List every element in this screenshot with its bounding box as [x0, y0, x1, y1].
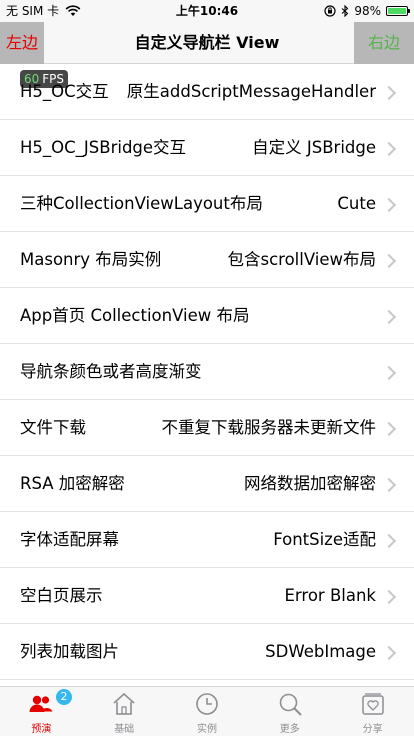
chevron-right-icon: [381, 141, 397, 157]
menu-list: H5_OC交互 原生addScriptMessageHandler H5_OC_…: [0, 64, 414, 680]
chevron-right-icon: [381, 589, 397, 605]
list-item-nav-gradient[interactable]: 导航条颜色或者高度渐变: [0, 344, 414, 400]
row-detail: 自定义 JSBridge: [252, 138, 376, 157]
list-item-collection-layout[interactable]: 三种CollectionViewLayout布局 Cute: [0, 176, 414, 232]
list-item-app-home[interactable]: App首页 CollectionView 布局: [0, 288, 414, 344]
list-item-rsa[interactable]: RSA 加密解密 网络数据加密解密: [0, 456, 414, 512]
nav-title: 自定义导航栏 View: [134, 33, 280, 52]
fps-unit: FPS: [42, 72, 65, 86]
battery-icon: [386, 6, 410, 16]
chevron-right-icon: [381, 197, 397, 213]
tab-badge: 2: [56, 689, 72, 705]
tab-label: 预演: [31, 724, 52, 735]
list-item-font-fit[interactable]: 字体适配屏幕 FontSize适配: [0, 512, 414, 568]
battery-percent: 98%: [354, 4, 381, 18]
tab-basics[interactable]: 基础: [83, 687, 166, 736]
row-title: 字体适配屏幕: [20, 530, 119, 549]
tab-preview[interactable]: 2 预演: [0, 687, 83, 736]
tab-more[interactable]: 更多: [248, 687, 331, 736]
row-title: 列表加载图片: [20, 642, 119, 661]
heart-box-icon: [361, 693, 384, 715]
fps-value: 60: [24, 72, 40, 86]
list-item-jsbridge[interactable]: H5_OC_JSBridge交互 自定义 JSBridge: [0, 120, 414, 176]
row-title: H5_OC_JSBridge交互: [20, 138, 187, 157]
status-bar: 无 SIM 卡 上午10:46 98%: [0, 0, 414, 22]
tab-label: 分享: [362, 724, 383, 735]
chevron-right-icon: [381, 365, 397, 381]
bluetooth-icon: [341, 5, 349, 17]
list-item-masonry[interactable]: Masonry 布局实例 包含scrollView布局: [0, 232, 414, 288]
row-detail: Cute: [337, 194, 376, 213]
chevron-right-icon: [381, 645, 397, 661]
status-right: 98%: [324, 0, 410, 22]
row-title: 文件下载: [20, 418, 86, 437]
search-icon: [279, 693, 302, 716]
row-detail: SDWebImage: [265, 642, 376, 661]
row-title: 空白页展示: [20, 586, 103, 605]
tab-label: 基础: [114, 724, 135, 735]
tab-share[interactable]: 分享: [331, 687, 414, 736]
chevron-right-icon: [381, 477, 397, 493]
row-detail: 网络数据加密解密: [244, 474, 376, 493]
list-item-blank-page[interactable]: 空白页展示 Error Blank: [0, 568, 414, 624]
tab-label: 实例: [196, 724, 217, 735]
left-nav-button[interactable]: 左边: [0, 22, 44, 64]
row-title: RSA 加密解密: [20, 474, 125, 493]
house-icon: [113, 692, 135, 715]
chevron-right-icon: [381, 85, 397, 101]
battery-fill: [388, 8, 406, 14]
row-title: Masonry 布局实例: [20, 250, 162, 269]
row-title: 三种CollectionViewLayout布局: [20, 194, 263, 213]
row-title: App首页 CollectionView 布局: [20, 306, 250, 325]
row-detail: Error Blank: [284, 586, 377, 605]
chevron-right-icon: [381, 533, 397, 549]
people-icon: [29, 695, 53, 712]
nav-bar: 左边 自定义导航栏 View 右边: [0, 22, 414, 64]
row-detail: 包含scrollView布局: [227, 250, 376, 269]
orientation-lock-icon: [324, 5, 336, 17]
right-nav-button[interactable]: 右边: [354, 22, 414, 64]
fps-badge: 60 FPS: [20, 70, 69, 88]
chevron-right-icon: [381, 253, 397, 269]
row-detail: 原生addScriptMessageHandler: [126, 82, 376, 101]
row-detail: FontSize适配: [273, 530, 376, 549]
tab-bar: 2 预演 基础 实例 更多 分享: [0, 686, 414, 736]
list-item-image-loading[interactable]: 列表加载图片 SDWebImage: [0, 624, 414, 680]
tab-examples[interactable]: 实例: [166, 687, 249, 736]
row-detail: 不重复下载服务器未更新文件: [161, 418, 377, 437]
clock-icon: [196, 693, 218, 715]
tab-label: 更多: [279, 724, 300, 735]
list-item-file-download[interactable]: 文件下载 不重复下载服务器未更新文件: [0, 400, 414, 456]
row-title: 导航条颜色或者高度渐变: [20, 362, 202, 381]
chevron-right-icon: [381, 421, 397, 437]
chevron-right-icon: [381, 309, 397, 325]
